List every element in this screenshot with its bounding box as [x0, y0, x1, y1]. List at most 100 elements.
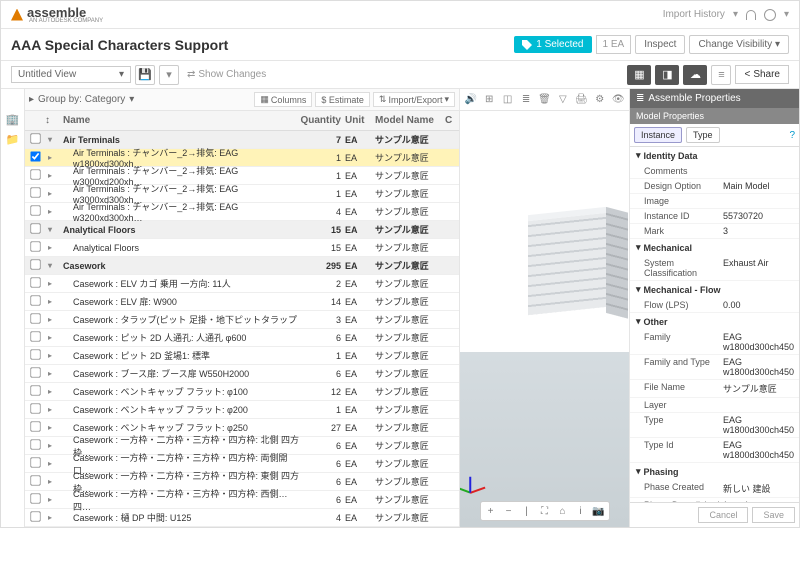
group-row[interactable]: ▾Analytical Floors15EAサンプル意匠	[25, 221, 459, 239]
group-by-label[interactable]: Group by: Category	[38, 94, 125, 105]
expand-icon[interactable]: ▾	[45, 261, 55, 271]
table-row[interactable]: ▸Air Terminals : チャンバー_2→排気: EAG w3200xd…	[25, 203, 459, 221]
row-checkbox[interactable]	[30, 223, 40, 233]
import-history-link[interactable]: Import History	[663, 9, 725, 20]
row-checkbox[interactable]	[30, 403, 40, 413]
expand-icon[interactable]: ▸	[45, 297, 55, 307]
expand-icon[interactable]: ▸	[45, 423, 55, 433]
cancel-button[interactable]: Cancel	[698, 507, 748, 523]
row-checkbox[interactable]	[30, 367, 40, 377]
row-checkbox[interactable]	[30, 475, 40, 485]
grid-icon[interactable]: ⊞	[481, 92, 496, 108]
save-view-button[interactable]: 💾	[135, 65, 155, 85]
col-qty-header[interactable]: Quantity	[300, 115, 345, 126]
prop-section-header[interactable]: ▾ Other	[630, 313, 799, 330]
view-selector[interactable]: Untitled View ▾	[11, 66, 131, 83]
table-row[interactable]: ▸Analytical Floors15EAサンプル意匠	[25, 239, 459, 257]
row-checkbox[interactable]	[30, 313, 40, 323]
table-row[interactable]: ▸Casework : タラップ(ピット 足掛・地下ピットタラップ3EAサンプル…	[25, 311, 459, 329]
layout-3-button[interactable]: ☁	[683, 65, 707, 85]
expand-icon[interactable]: ▸	[45, 351, 55, 361]
gear-icon[interactable]	[764, 9, 776, 21]
prop-row[interactable]: Layer	[630, 398, 799, 413]
expand-icon[interactable]: ▸	[45, 279, 55, 289]
info-button[interactable]: i	[573, 504, 589, 518]
axes-gizmo[interactable]	[466, 473, 490, 497]
playlist-button[interactable]: ≡	[711, 65, 731, 85]
selected-badge[interactable]: 1 Selected	[514, 36, 591, 53]
row-checkbox[interactable]	[30, 259, 40, 269]
row-checkbox[interactable]	[30, 133, 40, 143]
row-checkbox[interactable]	[30, 295, 40, 305]
eye-icon[interactable]: 👁	[611, 92, 626, 108]
expand-icon[interactable]: ▸	[45, 207, 55, 217]
expand-icon[interactable]: ▸	[45, 333, 55, 343]
table-row[interactable]: ▸Casework : ベントキャップ フラット: φ2001EAサンプル意匠	[25, 401, 459, 419]
layers-icon[interactable]: ≣	[518, 92, 533, 108]
camera-button[interactable]: 📷	[591, 504, 607, 518]
prop-row[interactable]: Flow (LPS)0.00	[630, 298, 799, 313]
3d-viewport[interactable]: + − | ⛶ ⌂ i 📷	[460, 111, 629, 527]
prop-row[interactable]: Design OptionMain Model	[630, 179, 799, 194]
row-checkbox[interactable]	[30, 205, 40, 215]
print-icon[interactable]: 🖨	[574, 92, 589, 108]
building-icon[interactable]: 🏢	[6, 113, 20, 127]
prop-row[interactable]: Image	[630, 194, 799, 209]
fit-button[interactable]: ⛶	[537, 504, 553, 518]
prop-row[interactable]: Comments	[630, 164, 799, 179]
sort-icon[interactable]: ↕	[45, 115, 61, 126]
user-icon[interactable]	[746, 10, 756, 20]
zoom-in-button[interactable]: +	[483, 504, 499, 518]
table-row[interactable]: ▸Casework : 一方枠・二方枠・三方枠・四方枠: 西側…四…6EAサンプ…	[25, 491, 459, 509]
home-button[interactable]: ⌂	[555, 504, 571, 518]
columns-button[interactable]: ▦ Columns	[254, 92, 312, 107]
col-name-header[interactable]: Name	[61, 115, 300, 126]
row-checkbox[interactable]	[30, 151, 40, 161]
folder-icon[interactable]: 📁	[6, 133, 20, 147]
group-row[interactable]: ▾Casework295EAサンプル意匠	[25, 257, 459, 275]
save-button[interactable]: Save	[752, 507, 795, 523]
expand-icon[interactable]: ▸	[45, 243, 55, 253]
prop-row[interactable]: Instance ID55730720	[630, 209, 799, 224]
row-checkbox[interactable]	[30, 493, 40, 503]
row-checkbox[interactable]	[30, 241, 40, 251]
row-checkbox[interactable]	[30, 277, 40, 287]
expand-icon[interactable]: ▸	[45, 405, 55, 415]
expand-icon[interactable]: ▾	[45, 225, 55, 235]
prop-row[interactable]: Mark3	[630, 224, 799, 239]
row-checkbox[interactable]	[30, 187, 40, 197]
prop-row[interactable]: Family and TypeEAG w1800d300ch450	[630, 355, 799, 380]
prop-row[interactable]: File Nameサンプル意匠	[630, 380, 799, 398]
expand-icon[interactable]: ▸	[45, 477, 55, 487]
filter-icon[interactable]: ▽	[555, 92, 570, 108]
table-row[interactable]: ▸Casework : ブース扉: ブース扉 W550H20006EAサンプル意…	[25, 365, 459, 383]
row-checkbox[interactable]	[30, 511, 40, 521]
row-checkbox[interactable]	[30, 169, 40, 179]
prop-row[interactable]: System ClassificationExhaust Air	[630, 256, 799, 281]
table-row[interactable]: ▸Casework : ELV カゴ 乗用 一方向: 11人2EAサンプル意匠	[25, 275, 459, 293]
expand-icon[interactable]: ▸	[45, 441, 55, 451]
help-icon[interactable]: ?	[789, 130, 795, 141]
table-row[interactable]: ▸Casework : ベントキャップ フラット: φ10012EAサンプル意匠	[25, 383, 459, 401]
tab-type[interactable]: Type	[686, 127, 720, 143]
prop-row[interactable]: FamilyEAG w1800d300ch450	[630, 330, 799, 355]
prop-row[interactable]: TypeEAG w1800d300ch450	[630, 413, 799, 438]
estimate-button[interactable]: $ Estimate	[315, 92, 370, 107]
layout-2-button[interactable]: ◨	[655, 65, 679, 85]
share-button[interactable]: < Share	[735, 65, 789, 84]
speaker-icon[interactable]: 🔊	[463, 92, 478, 108]
expand-icon[interactable]: ▸	[45, 387, 55, 397]
row-checkbox[interactable]	[30, 385, 40, 395]
table-row[interactable]: ▸Casework : ピット 2D 釜場1: 標準1EAサンプル意匠	[25, 347, 459, 365]
show-changes-toggle[interactable]: ⇄ Show Changes	[187, 69, 266, 80]
col-unit-header[interactable]: Unit	[345, 115, 375, 126]
prop-section-header[interactable]: ▾ Phasing	[630, 463, 799, 480]
expand-icon[interactable]: ▸	[45, 495, 55, 505]
prop-section-header[interactable]: ▾ Mechanical	[630, 239, 799, 256]
row-checkbox[interactable]	[30, 439, 40, 449]
table-row[interactable]: ▸Casework : ピット 2D 人通孔: 人通孔 φ6006EAサンプル意…	[25, 329, 459, 347]
table-row[interactable]: ▸Casework : 樋 DP 中間: U1254EAサンプル意匠	[25, 509, 459, 527]
collapse-all-icon[interactable]: ▸	[29, 94, 34, 105]
table-row[interactable]: ▸Casework : ELV 扉: W90014EAサンプル意匠	[25, 293, 459, 311]
trash-icon[interactable]: 🗑	[537, 92, 552, 108]
